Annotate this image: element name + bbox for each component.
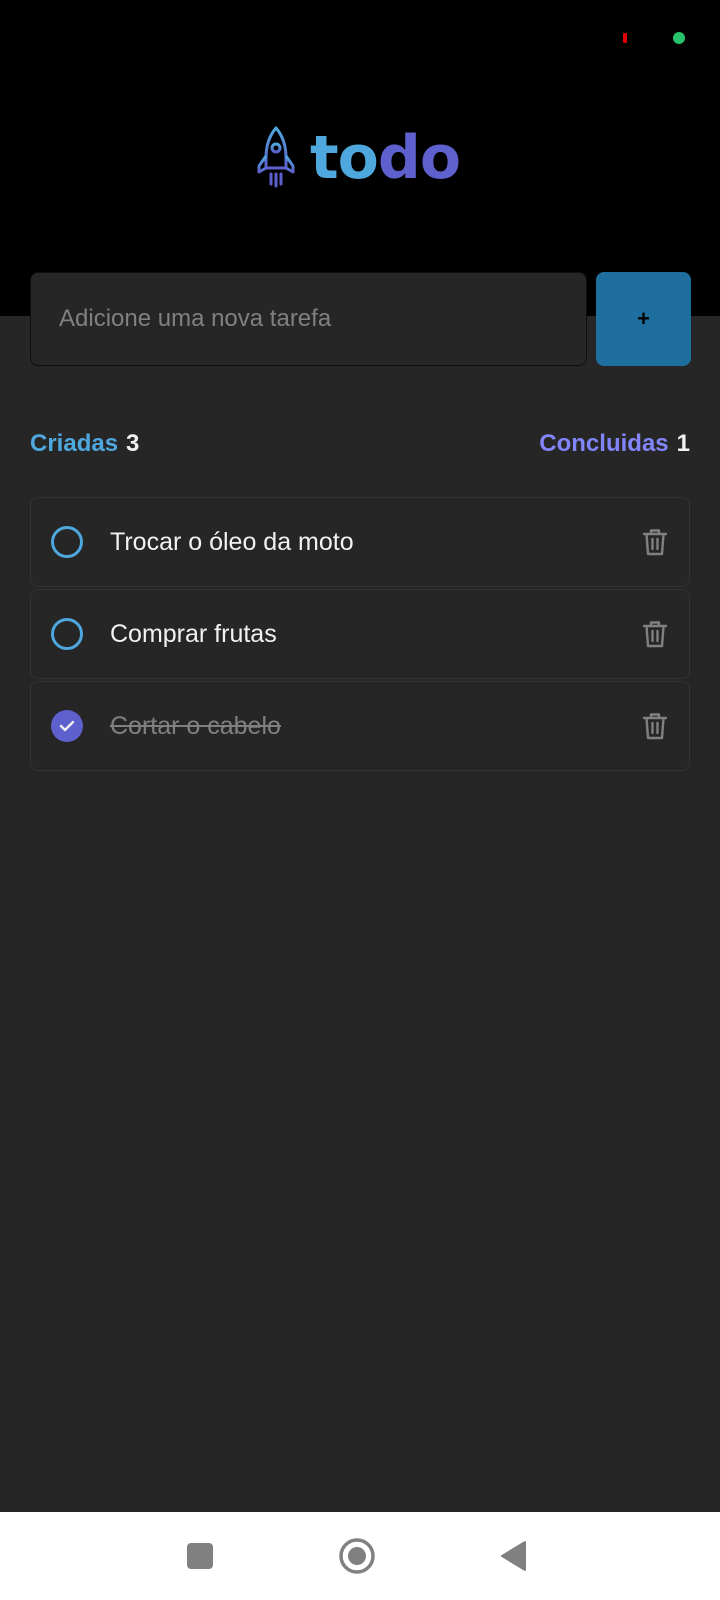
circle-icon[interactable] [51,618,83,650]
task-list: Trocar o óleo da moto Comprar frutas Cor… [30,497,690,771]
done-counter-value: 1 [676,430,690,457]
task-text: Comprar frutas [110,619,277,648]
new-task-input[interactable] [30,272,587,366]
created-counter-value: 3 [126,430,140,457]
check-icon[interactable] [51,710,83,742]
add-task-button[interactable]: + [596,272,691,366]
trash-icon[interactable] [641,527,669,557]
home-button[interactable] [337,1536,377,1576]
status-indicator-red [623,33,627,43]
back-triangle-icon [501,1541,526,1571]
task-text-completed: Cortar o cabelo [110,711,281,740]
circle-icon[interactable] [51,526,83,558]
task-text: Trocar o óleo da moto [110,527,354,556]
status-indicator-green [673,32,685,44]
square-icon [187,1543,213,1569]
created-counter-label: Criadas [30,430,119,457]
logo-text-to: to [310,123,379,193]
system-navigation-bar [0,1512,720,1600]
back-button[interactable] [493,1536,533,1576]
logo-text-do: do [377,123,461,193]
checkmark-glyph [59,720,75,732]
done-counter-label: Concluidas [539,430,669,457]
app-logo: todo [256,123,461,193]
recents-button[interactable] [180,1536,220,1576]
created-counter: Criadas 3 [30,430,139,458]
rocket-icon [257,126,295,188]
task-item: Comprar frutas [30,589,690,679]
done-counter: Concluidas 1 [539,430,690,458]
task-item: Trocar o óleo da moto [30,497,690,587]
home-circle-icon [339,1538,375,1574]
task-item: Cortar o cabelo [30,681,690,771]
trash-icon[interactable] [641,711,669,741]
app-header: todo [0,0,720,316]
app-logo-text: todo [310,123,461,193]
new-task-form: + [30,272,691,366]
trash-icon[interactable] [641,619,669,649]
task-counters: Criadas 3 Concluidas 1 [30,428,690,460]
